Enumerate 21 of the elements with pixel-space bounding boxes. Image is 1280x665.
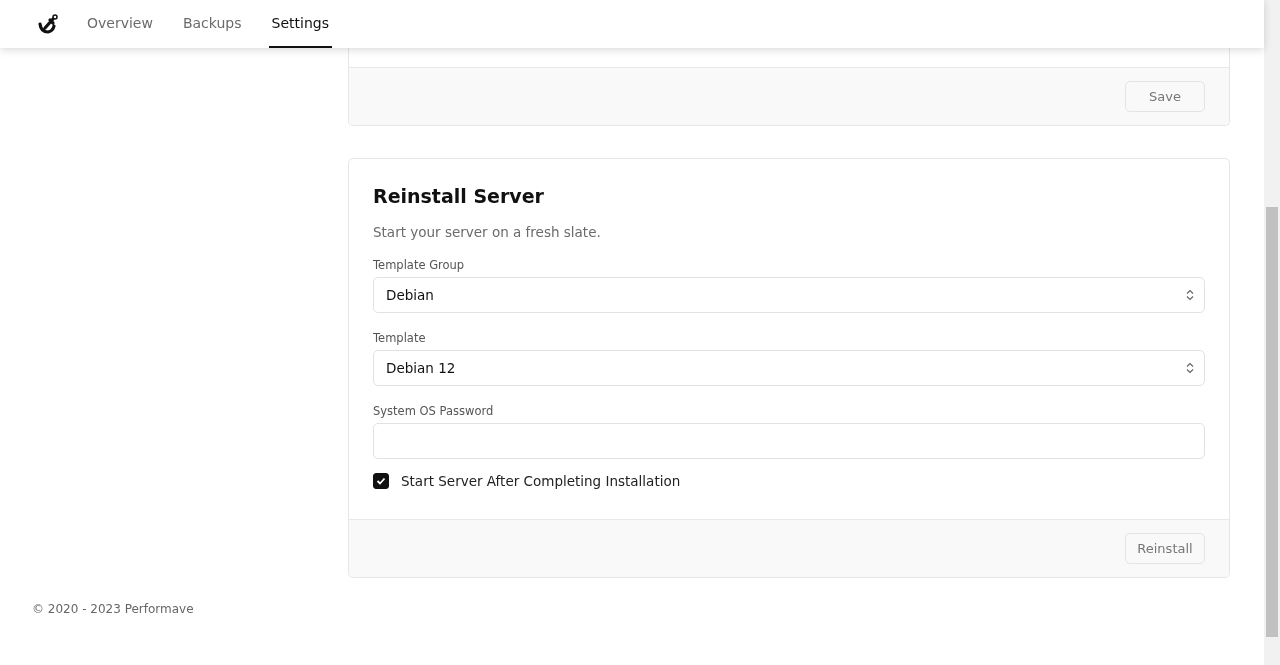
checkbox-label[interactable]: Start Server After Completing Installation — [401, 473, 681, 489]
reinstall-button[interactable]: Reinstall — [1125, 533, 1205, 564]
password-field[interactable] — [373, 423, 1205, 459]
check-icon — [376, 477, 386, 485]
select-field[interactable]: Debian — [373, 277, 1205, 313]
chevron-updown-icon — [1186, 362, 1194, 374]
card-description: Start your server on a fresh slate. — [373, 224, 602, 240]
field-label: System OS Password — [373, 404, 495, 418]
select-field[interactable]: Debian 12 — [373, 350, 1205, 386]
checkbox[interactable] — [373, 473, 389, 489]
save-button[interactable]: Save — [1125, 81, 1205, 112]
nav-tab[interactable]: Settings — [268, 0, 332, 48]
chevron-updown-icon — [1186, 289, 1194, 301]
copyright-text: © 2020 - 2023 Performave — [31, 601, 195, 618]
field-label: Template Group — [373, 258, 466, 272]
nav-tab[interactable]: Overview — [84, 0, 156, 48]
nav-tab[interactable]: Backups — [179, 0, 245, 48]
scrollbar[interactable] — [1264, 0, 1280, 665]
card-title: Reinstall Server — [373, 185, 545, 207]
anchor-logo-icon[interactable] — [36, 12, 60, 36]
field-label: Template — [373, 331, 427, 345]
